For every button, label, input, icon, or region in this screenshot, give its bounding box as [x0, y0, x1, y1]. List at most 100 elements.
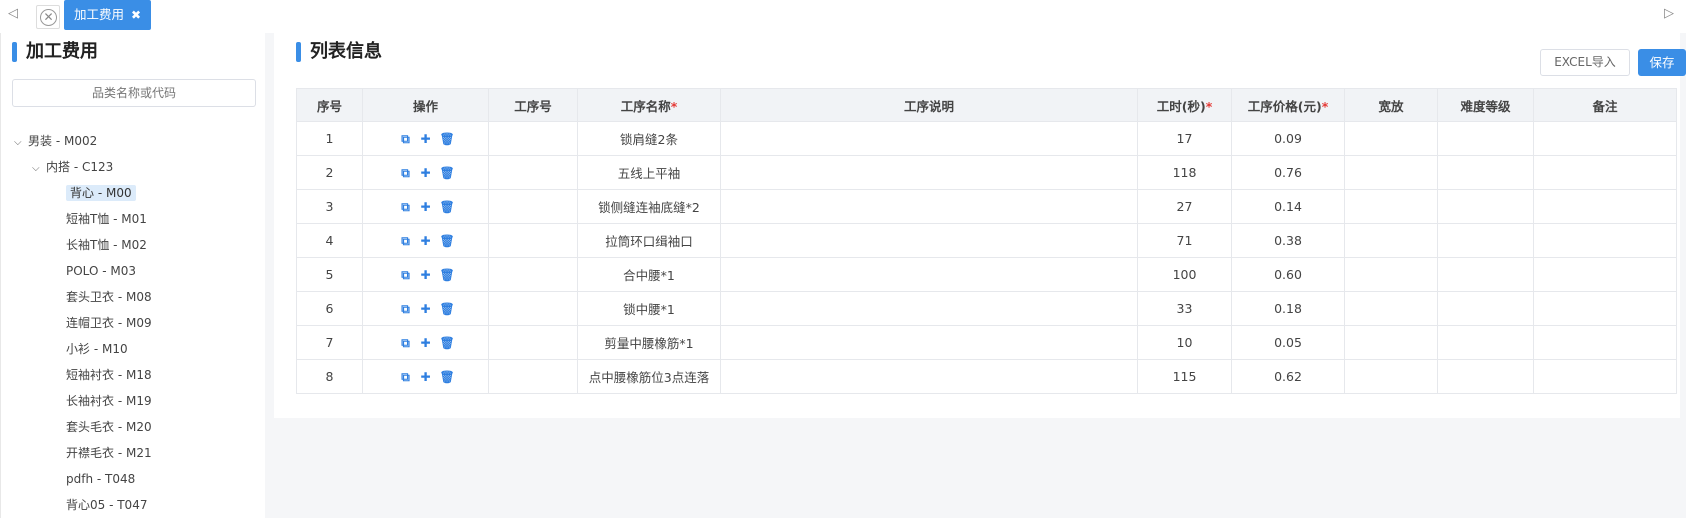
- cell-note[interactable]: [1533, 189, 1677, 224]
- cell-seconds[interactable]: 71: [1137, 223, 1232, 258]
- cell-allowance[interactable]: [1344, 325, 1438, 360]
- cell-process-no[interactable]: [488, 257, 578, 292]
- cell-level[interactable]: [1437, 121, 1534, 156]
- copy-icon[interactable]: ⧉: [400, 303, 412, 315]
- cell-name[interactable]: 合中腰*1: [577, 257, 721, 292]
- cell-process-no[interactable]: [488, 155, 578, 190]
- cell-no[interactable]: 2: [296, 155, 363, 190]
- cell-level[interactable]: [1437, 223, 1534, 258]
- tabs-scroll-right-icon[interactable]: ▷: [1664, 6, 1680, 24]
- delete-icon[interactable]: 🗑: [440, 269, 455, 281]
- cell-seconds[interactable]: 27: [1137, 189, 1232, 224]
- cell-allowance[interactable]: [1344, 257, 1438, 292]
- chevron-down-icon[interactable]: ⌵: [14, 132, 28, 154]
- add-icon[interactable]: ✚: [420, 303, 432, 315]
- cell-process-no[interactable]: [488, 121, 578, 156]
- cell-name[interactable]: 点中腰橡筋位3点连落: [577, 359, 721, 394]
- cell-desc[interactable]: [720, 325, 1138, 360]
- cell-name[interactable]: 锁肩缝2条: [577, 121, 721, 156]
- delete-icon[interactable]: 🗑: [440, 167, 455, 179]
- cell-level[interactable]: [1437, 189, 1534, 224]
- copy-icon[interactable]: ⧉: [400, 337, 412, 349]
- cell-level[interactable]: [1437, 257, 1534, 292]
- cell-note[interactable]: [1533, 325, 1677, 360]
- cell-no[interactable]: 1: [296, 121, 363, 156]
- tree-node[interactable]: 小衫 - M10: [66, 338, 128, 360]
- cell-allowance[interactable]: [1344, 155, 1438, 190]
- cell-allowance[interactable]: [1344, 223, 1438, 258]
- copy-icon[interactable]: ⧉: [400, 269, 412, 281]
- tree-node[interactable]: 长袖衬衣 - M19: [66, 390, 152, 412]
- cell-seconds[interactable]: 33: [1137, 291, 1232, 326]
- tree-node[interactable]: POLO - M03: [66, 260, 136, 282]
- cell-note[interactable]: [1533, 291, 1677, 326]
- cell-process-no[interactable]: [488, 189, 578, 224]
- save-button[interactable]: 保存: [1638, 49, 1686, 76]
- cell-process-no[interactable]: [488, 291, 578, 326]
- cell-desc[interactable]: [720, 359, 1138, 394]
- tree-node[interactable]: ⌵ 男装 - M002: [14, 130, 97, 152]
- tree-node[interactable]: 套头卫衣 - M08: [66, 286, 152, 308]
- category-search-input[interactable]: [12, 79, 256, 107]
- cell-name[interactable]: 五线上平袖: [577, 155, 721, 190]
- cell-level[interactable]: [1437, 155, 1534, 190]
- cell-desc[interactable]: [720, 189, 1138, 224]
- cell-level[interactable]: [1437, 359, 1534, 394]
- tree-node[interactable]: 短袖T恤 - M01: [66, 208, 147, 230]
- add-icon[interactable]: ✚: [420, 269, 432, 281]
- cell-desc[interactable]: [720, 257, 1138, 292]
- add-icon[interactable]: ✚: [420, 167, 432, 179]
- cell-allowance[interactable]: [1344, 359, 1438, 394]
- delete-icon[interactable]: 🗑: [440, 235, 455, 247]
- cell-desc[interactable]: [720, 223, 1138, 258]
- cell-seconds[interactable]: 17: [1137, 121, 1232, 156]
- tabs-scroll-left-icon[interactable]: ◁: [8, 6, 24, 24]
- cell-note[interactable]: [1533, 223, 1677, 258]
- cell-price[interactable]: 0.05: [1231, 325, 1345, 360]
- add-icon[interactable]: ✚: [420, 371, 432, 383]
- tree-node[interactable]: pdfh - T048: [66, 468, 135, 490]
- chevron-down-icon[interactable]: ⌵: [32, 158, 46, 180]
- cell-no[interactable]: 4: [296, 223, 363, 258]
- cell-no[interactable]: 5: [296, 257, 363, 292]
- delete-icon[interactable]: 🗑: [440, 133, 455, 145]
- cell-seconds[interactable]: 115: [1137, 359, 1232, 394]
- cell-allowance[interactable]: [1344, 291, 1438, 326]
- cell-process-no[interactable]: [488, 359, 578, 394]
- cell-price[interactable]: 0.38: [1231, 223, 1345, 258]
- excel-import-button[interactable]: EXCEL导入: [1540, 49, 1630, 76]
- copy-icon[interactable]: ⧉: [400, 371, 412, 383]
- tree-node[interactable]: 短袖衬衣 - M18: [66, 364, 152, 386]
- cell-name[interactable]: 锁中腰*1: [577, 291, 721, 326]
- cell-note[interactable]: [1533, 155, 1677, 190]
- cell-process-no[interactable]: [488, 325, 578, 360]
- cell-level[interactable]: [1437, 291, 1534, 326]
- cell-desc[interactable]: [720, 291, 1138, 326]
- copy-icon[interactable]: ⧉: [400, 133, 412, 145]
- cell-desc[interactable]: [720, 155, 1138, 190]
- cell-note[interactable]: [1533, 121, 1677, 156]
- cell-name[interactable]: 锁侧缝连袖底缝*2: [577, 189, 721, 224]
- tab-processing-cost[interactable]: 加工费用 ✖: [64, 0, 151, 30]
- close-all-tabs-button[interactable]: ✕: [36, 5, 60, 29]
- delete-icon[interactable]: 🗑: [440, 337, 455, 349]
- cell-seconds[interactable]: 10: [1137, 325, 1232, 360]
- cell-price[interactable]: 0.60: [1231, 257, 1345, 292]
- tab-close-icon[interactable]: ✖: [131, 0, 141, 30]
- copy-icon[interactable]: ⧉: [400, 201, 412, 213]
- delete-icon[interactable]: 🗑: [440, 201, 455, 213]
- cell-allowance[interactable]: [1344, 121, 1438, 156]
- add-icon[interactable]: ✚: [420, 201, 432, 213]
- tree-node[interactable]: ⌵ 内搭 - C123: [32, 156, 113, 178]
- cell-price[interactable]: 0.62: [1231, 359, 1345, 394]
- delete-icon[interactable]: 🗑: [440, 371, 455, 383]
- tree-node[interactable]: 套头毛衣 - M20: [66, 416, 152, 438]
- cell-name[interactable]: 拉筒环口缉袖口: [577, 223, 721, 258]
- cell-price[interactable]: 0.76: [1231, 155, 1345, 190]
- tree-node[interactable]: 长袖T恤 - M02: [66, 234, 147, 256]
- cell-name[interactable]: 剪量中腰橡筋*1: [577, 325, 721, 360]
- tree-node[interactable]: 背心 - M00: [66, 182, 136, 204]
- cell-no[interactable]: 8: [296, 359, 363, 394]
- add-icon[interactable]: ✚: [420, 235, 432, 247]
- copy-icon[interactable]: ⧉: [400, 235, 412, 247]
